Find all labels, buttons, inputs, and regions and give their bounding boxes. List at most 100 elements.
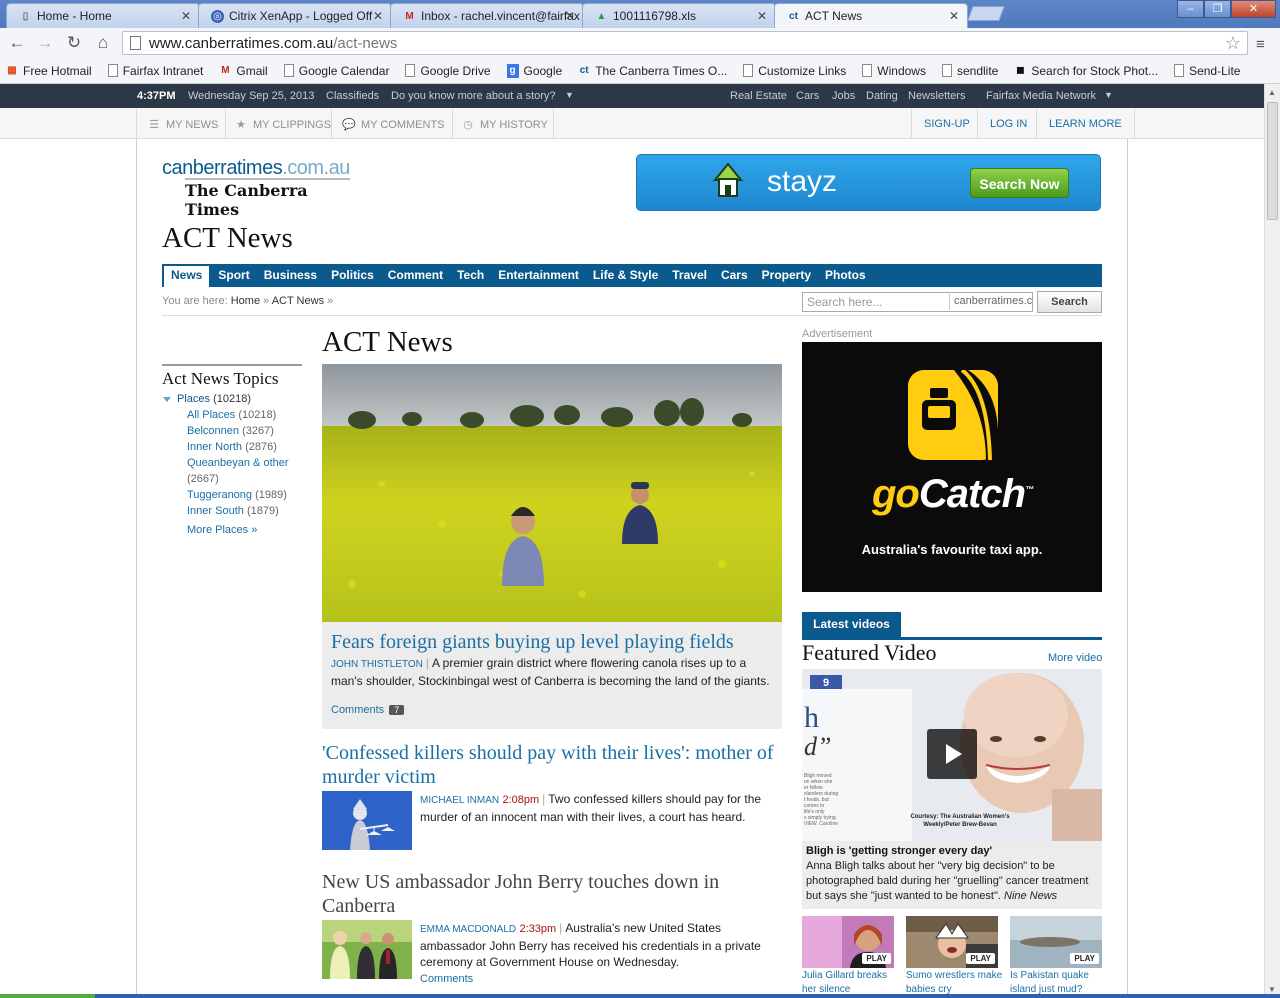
network-link[interactable]: Fairfax Media Network <box>986 90 1096 102</box>
video-thumbnail[interactable] <box>906 916 998 968</box>
nav-cars[interactable]: Cars <box>714 264 755 287</box>
chevron-down-icon[interactable]: ▼ <box>565 90 574 100</box>
search-site-select[interactable]: canberratimes.com.au <box>949 294 1032 310</box>
nav-life-style[interactable]: Life & Style <box>586 264 665 287</box>
nav-photos[interactable]: Photos <box>818 264 873 287</box>
play-icon[interactable] <box>927 729 977 779</box>
nav-comment[interactable]: Comment <box>381 264 450 287</box>
bookmark-item[interactable]: sendlite <box>941 64 998 78</box>
video-title-link[interactable]: Julia Gillard breaks her silence <box>802 969 902 997</box>
author-link[interactable]: MICHAEL INMAN <box>420 795 499 806</box>
minimize-button[interactable]: ‒ <box>1177 0 1204 18</box>
close-icon[interactable]: ✕ <box>565 9 575 23</box>
topic-item[interactable]: Belconnen (3267) <box>187 423 302 439</box>
comments-link[interactable]: Comments 7 <box>331 704 405 716</box>
bookmark-item[interactable]: Google Calendar <box>283 64 389 78</box>
jobs-link[interactable]: Jobs <box>832 90 855 102</box>
topic-item[interactable]: Queanbeyan & other (2667) <box>187 455 302 487</box>
canola-field-photo[interactable] <box>322 364 782 622</box>
menu-icon[interactable]: ≡ <box>1256 36 1265 53</box>
bookmark-item[interactable]: Fairfax Intranet <box>107 64 203 78</box>
featured-video-headline[interactable]: Bligh is 'getting stronger every day' <box>806 844 1098 859</box>
cars-link[interactable]: Cars <box>796 90 819 102</box>
places-toggle[interactable]: Places (10218) <box>162 391 302 407</box>
bookmark-item[interactable]: g Google <box>506 63 562 78</box>
close-window-button[interactable]: ✕ <box>1231 0 1276 18</box>
home-icon[interactable]: ⌂ <box>92 32 114 54</box>
back-icon[interactable]: ← <box>6 32 28 54</box>
address-bar[interactable]: www.canberratimes.com.au/act-news ☆ <box>122 31 1248 55</box>
nav-property[interactable]: Property <box>755 264 818 287</box>
lead-headline[interactable]: Fears foreign giants buying up level pla… <box>331 631 734 654</box>
breadcrumb-current[interactable]: ACT News <box>272 295 324 307</box>
nav-travel[interactable]: Travel <box>665 264 714 287</box>
classifieds-link[interactable]: Classifieds <box>326 90 379 102</box>
bookmark-star-icon[interactable]: ☆ <box>1225 33 1241 54</box>
close-icon[interactable]: ✕ <box>949 9 959 23</box>
my-comments-link[interactable]: 💬 MY COMMENTS <box>332 108 453 138</box>
bookmark-item[interactable]: ◼ Search for Stock Phot... <box>1014 64 1158 78</box>
author-link[interactable]: EMMA MACDONALD <box>420 924 516 935</box>
topic-item[interactable]: All Places (10218) <box>187 407 302 423</box>
log-in-link[interactable]: LOG IN <box>977 108 1039 138</box>
reload-icon[interactable]: ↻ <box>63 32 85 54</box>
dating-link[interactable]: Dating <box>866 90 898 102</box>
tab-citrix[interactable]: ◎ Citrix XenApp - Logged Off ✕ <box>198 3 392 28</box>
gocatch-ad[interactable]: goCatch™ Australia's favourite taxi app. <box>802 342 1102 592</box>
nav-business[interactable]: Business <box>257 264 324 287</box>
vertical-scrollbar[interactable]: ▲ ▼ <box>1264 84 1280 998</box>
bookmark-item[interactable]: M Gmail <box>219 64 268 78</box>
search-button[interactable]: Search <box>1037 291 1102 313</box>
topic-item[interactable]: Inner South (1879) <box>187 503 302 519</box>
bookmark-item[interactable]: ct The Canberra Times O... <box>578 64 728 78</box>
tab-act-news[interactable]: ct ACT News ✕ <box>774 3 968 28</box>
close-icon[interactable]: ✕ <box>181 9 191 23</box>
tab-xls[interactable]: ▲ 1001116798.xls ✕ <box>582 3 776 28</box>
bookmark-item[interactable]: Customize Links <box>743 64 846 78</box>
forward-icon[interactable]: → <box>34 32 56 54</box>
topic-item[interactable]: Tuggeranong (1989) <box>187 487 302 503</box>
video-title-link[interactable]: Is Pakistan quake island just mud? <box>1010 969 1110 997</box>
nav-entertainment[interactable]: Entertainment <box>491 264 586 287</box>
nav-tech[interactable]: Tech <box>450 264 491 287</box>
stayz-banner-ad[interactable]: stayz Search Now <box>636 154 1101 211</box>
site-logo[interactable]: canberratimes.com.au <box>162 157 350 180</box>
restore-button[interactable]: ❐ <box>1204 0 1231 18</box>
more-video-link[interactable]: More video <box>1048 652 1102 664</box>
bookmark-item[interactable]: Send-Lite <box>1174 64 1240 78</box>
learn-more-link[interactable]: LEARN MORE <box>1036 108 1135 138</box>
tab-home[interactable]: ▯ Home - Home ✕ <box>6 3 200 28</box>
my-history-link[interactable]: ◷ MY HISTORY <box>453 108 554 138</box>
search-now-button[interactable]: Search Now <box>970 168 1069 198</box>
latest-videos-tab[interactable]: Latest videos <box>802 612 901 637</box>
video-thumbnail[interactable] <box>802 916 894 968</box>
sign-up-link[interactable]: SIGN-UP <box>911 108 982 138</box>
story-tip-link[interactable]: Do you know more about a story? <box>391 90 555 102</box>
scrollbar-thumb[interactable] <box>1267 102 1278 220</box>
nav-news[interactable]: News <box>162 264 212 287</box>
bookmark-item[interactable]: Google Drive <box>405 64 491 78</box>
featured-video-player[interactable]: h d” Bligh moved on when she er fellow slan… <box>802 669 1102 841</box>
bookmark-item[interactable]: ▦ Free Hotmail <box>6 64 91 78</box>
video-title-link[interactable]: Sumo wrestlers make babies cry <box>906 969 1006 997</box>
story-headline[interactable]: New US ambassador John Berry touches dow… <box>322 870 782 918</box>
more-places-link[interactable]: More Places » <box>162 522 302 538</box>
newsletters-link[interactable]: Newsletters <box>908 90 965 102</box>
topic-item[interactable]: Inner North (2876) <box>187 439 302 455</box>
bookmark-item[interactable]: Windows <box>862 64 926 78</box>
close-icon[interactable]: ✕ <box>373 9 383 23</box>
scroll-up-icon[interactable]: ▲ <box>1268 88 1276 97</box>
ambassador-thumbnail[interactable] <box>322 920 412 979</box>
breadcrumb-home[interactable]: Home <box>231 295 260 307</box>
new-tab-button[interactable] <box>967 6 1005 21</box>
my-news-link[interactable]: ☰ MY NEWS <box>136 108 226 138</box>
comments-link[interactable]: Comments <box>420 973 473 985</box>
tab-gmail[interactable]: M Inbox - rachel.vincent@fairfax ✕ <box>390 3 584 28</box>
scroll-down-icon[interactable]: ▼ <box>1268 985 1276 994</box>
author-link[interactable]: JOHN THISTLETON <box>331 659 423 670</box>
video-thumbnail[interactable] <box>1010 916 1102 968</box>
justice-statue-thumbnail[interactable] <box>322 791 412 850</box>
my-clippings-link[interactable]: ★ MY CLIPPINGS <box>226 108 332 138</box>
close-icon[interactable]: ✕ <box>757 9 767 23</box>
story-headline[interactable]: 'Confessed killers should pay with their… <box>322 741 782 789</box>
